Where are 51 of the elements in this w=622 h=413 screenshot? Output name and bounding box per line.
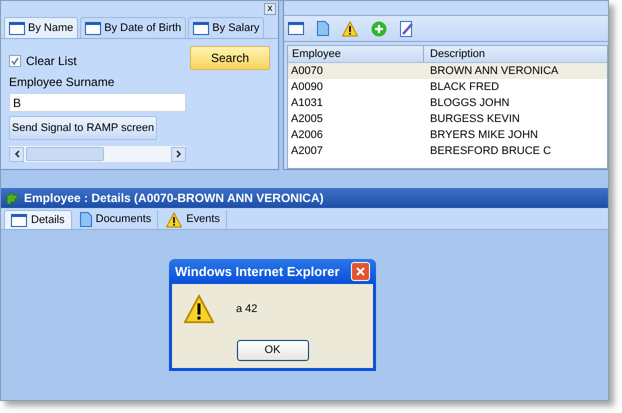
document-icon [317,21,329,36]
table-cell-text: BRYERS MIKE JOHN [429,128,539,143]
window-icon [85,22,102,34]
dialog-message: a 42 [236,302,258,317]
close-button[interactable]: x [264,3,276,15]
table-cell-text: BROWN ANN VERONICA [429,64,560,79]
tab[interactable]: By Name [4,17,78,38]
checkbox-label: Clear List [26,53,77,70]
window-icon [9,22,25,34]
scroll-right-icon[interactable] [171,146,186,162]
column-header[interactable]: Description [424,46,492,62]
search-button[interactable]: Search [190,46,270,70]
table-cell-text: BLACK FRED [429,80,500,95]
table-cell-text: BURGESS KEVIN [429,112,521,127]
table-cell-text: A0090 [290,80,324,95]
surname-field[interactable]: B [9,93,186,112]
dialog-title: Windows Internet Explorer [175,262,340,281]
window-icon [288,22,304,35]
window-icon [193,22,210,34]
checkmark-icon [11,57,19,65]
table-cell-text: A1031 [290,96,324,111]
warning-icon [184,294,214,324]
tab[interactable]: Documents [74,210,158,229]
horizontal-scrollbar[interactable] [9,146,186,162]
table-row[interactable]: A0070 BROWN ANN VERONICA [288,63,607,79]
tab[interactable]: Details [4,210,72,229]
table-cell-text: BLOGGS JOHN [429,96,510,111]
table-cell-text: A2006 [290,128,324,143]
tab[interactable]: By Date of Birth [80,17,186,38]
edit-icon [400,20,414,36]
scroll-thumb[interactable] [26,147,104,161]
table-cell-text: A2007 [290,144,324,159]
tab[interactable]: By Salary [188,17,264,38]
ok-button[interactable]: OK [236,340,308,361]
field-label: Employee Surname [9,74,116,91]
window-icon [11,214,27,226]
document-icon [80,212,92,227]
table-cell-text: BERESFORD BRUCE C [429,144,552,159]
column-header[interactable]: Employee [288,46,424,62]
checkbox[interactable] [9,55,21,67]
add-icon [371,20,387,36]
puzzle-icon [5,191,19,205]
warning-icon [342,20,358,36]
table-cell-text: A0070 [290,64,324,79]
warning-icon [166,212,182,228]
details-title: Employee : Details (A0070-BROWN ANN VERONICA) [24,190,324,207]
tab[interactable]: Events [160,210,227,229]
send-signal-button[interactable]: Send Signal to RAMP screen [9,116,157,140]
close-icon[interactable] [351,262,370,281]
table-cell-text: A2005 [290,112,324,127]
scroll-left-icon[interactable] [9,146,24,162]
